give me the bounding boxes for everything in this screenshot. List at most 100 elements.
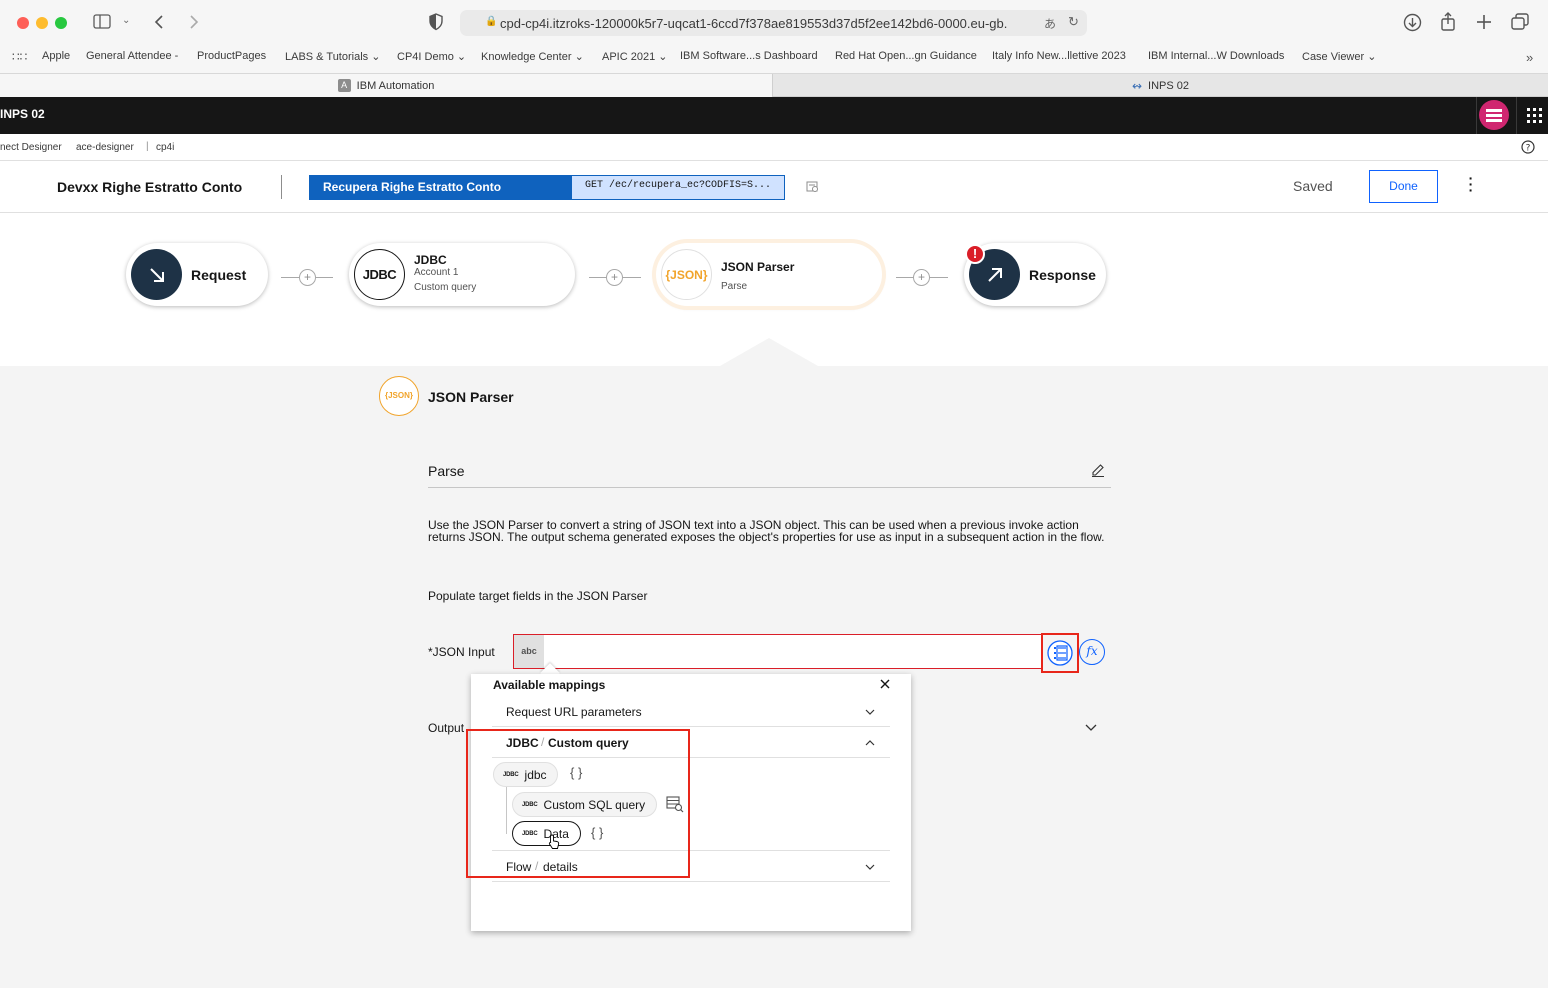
app-header: INPS 02 [0,97,1548,134]
avatar[interactable] [1479,100,1509,130]
chevron-down-icon: ⌄ [456,51,467,63]
json-icon: {JSON} [661,249,712,300]
ibm-a-icon: A [337,79,351,92]
tab-label: IBM Automation [356,79,435,92]
bookmark-item[interactable]: General Attendee - [86,50,178,62]
chevron-down-icon: ⌄ [1367,51,1377,63]
error-badge[interactable]: ! [965,244,985,264]
breadcrumb-separator: | [146,141,149,152]
url-text: cpd-cp4i.itzroks-120000k5r7-uqcat1-6ccd7… [500,16,1008,31]
node-action: Parse [721,281,748,292]
panel-pointer [720,338,818,366]
bookmark-folder[interactable]: Knowledge Center ⌄ [481,50,584,63]
new-tab-icon[interactable] [1476,14,1492,30]
mapping-list-icon[interactable] [1047,640,1073,666]
flow-canvas: Request + JDBC JDBC Account 1 Custom que… [0,213,1548,366]
app-title: INPS 02 [0,107,45,121]
bookmark-folder[interactable]: APIC 2021 ⌄ [602,50,667,63]
divider [428,487,1111,488]
forward-icon[interactable] [188,14,200,30]
bookmark-item[interactable]: IBM Software...s Dashboard [680,50,818,62]
description: Use the JSON Parser to convert a string … [428,518,1105,544]
edit-icon[interactable] [1091,463,1105,477]
integration-icon: ↭ [1131,78,1143,93]
bookmark-label: CP4I Demo [397,51,454,63]
bookmark-label: LABS & Tutorials [285,51,369,63]
node-response[interactable]: Response ! [964,243,1106,306]
shield-icon[interactable] [429,13,443,31]
close-window-button[interactable] [17,17,29,29]
bookmark-item[interactable]: ProductPages [197,50,266,62]
breadcrumb-item[interactable]: ace-designer [76,142,134,153]
add-node-icon[interactable]: + [606,269,623,286]
header-divider [1516,97,1517,134]
chevron-down-icon: ⌄ [658,51,668,63]
node-jdbc[interactable]: JDBC JDBC Account 1 Custom query [349,243,575,306]
chevron-down-icon [865,709,875,715]
bookmark-item[interactable]: Apple [42,50,70,62]
back-icon[interactable] [153,14,165,30]
highlight-box [466,729,690,878]
flow-header: Devxx Righe Estratto Conto Recupera Righ… [0,161,1548,213]
address-bar[interactable]: 🔒 cpd-cp4i.itzroks-120000k5r7-uqcat1-6cc… [460,10,1087,36]
bookmark-label: APIC 2021 [602,51,656,63]
chevron-down-icon[interactable] [1085,724,1097,732]
arrow-down-right-icon [131,249,182,300]
download-icon[interactable] [1403,13,1422,32]
operation-path: GET /ec/recupera_ec?CODFIS=S... [572,176,784,199]
node-title: JSON Parser [721,260,795,274]
operation-label: Recupera Righe Estratto Conto [310,176,572,199]
section-request-url-parameters[interactable]: Request URL parameters [492,696,890,727]
json-icon: {JSON} [379,376,419,416]
operation-details-icon[interactable] [806,180,819,193]
json-input-field[interactable]: abc [513,634,1043,669]
app-switcher-icon[interactable] [1527,108,1542,123]
jdbc-icon: JDBC [354,249,405,300]
grid-icon[interactable]: ∷∷ [12,50,27,64]
operation-selector[interactable]: Recupera Righe Estratto Conto GET /ec/re… [309,175,785,200]
bookmark-item[interactable]: IBM Internal...W Downloads [1148,50,1284,62]
panel-title: JSON Parser [428,389,514,405]
share-icon[interactable] [1440,12,1456,32]
more-bookmarks-icon[interactable]: » [1526,50,1533,65]
chevron-down-icon: ⌄ [574,51,584,63]
bookmark-folder[interactable]: Case Viewer ⌄ [1302,50,1376,63]
action-name: Parse [428,463,465,479]
node-request[interactable]: Request [126,243,268,306]
help-icon[interactable]: ? [1521,140,1535,154]
add-node-icon[interactable]: + [913,269,930,286]
tab-overview-icon[interactable] [1511,13,1530,31]
bookmark-item[interactable]: Red Hat Open...gn Guidance [835,50,977,62]
tab-bar: A IBM Automation ↭ INPS 02 [0,73,1548,97]
bookmarks-bar: ∷∷ Apple General Attendee - ProductPages… [0,46,1548,73]
minimize-window-button[interactable] [36,17,48,29]
json-input-label: *JSON Input [428,645,495,659]
zoom-window-button[interactable] [55,17,67,29]
header-divider [1476,97,1477,134]
breadcrumb: nect Designer ace-designer | cp4i ? [0,134,1548,161]
tab-inps-02[interactable]: ↭ INPS 02 [772,74,1548,97]
done-button[interactable]: Done [1369,170,1438,203]
bookmark-folder[interactable]: LABS & Tutorials ⌄ [285,50,380,63]
bookmark-folder[interactable]: CP4I Demo ⌄ [397,50,466,63]
sidebar-icon[interactable] [93,14,111,30]
popup-title: Available mappings [493,678,606,692]
bookmark-label: Knowledge Center [481,51,572,63]
chevron-down-icon [865,864,875,870]
reload-icon[interactable]: ↻ [1068,14,1079,30]
chevron-down-icon[interactable]: ⌄ [122,15,130,26]
node-json-parser[interactable]: {JSON} JSON Parser Parse [656,243,882,306]
flow-name: Devxx Righe Estratto Conto [57,179,243,195]
breadcrumb-item[interactable]: cp4i [156,142,174,153]
overflow-menu-icon[interactable]: · · · [1468,171,1474,197]
close-icon[interactable] [880,679,890,689]
function-icon[interactable]: fx [1079,639,1105,665]
node-title: JDBC [414,253,447,267]
translate-icon[interactable]: あ [1044,15,1056,32]
bookmark-item[interactable]: Italy Info New...llettive 2023 [992,50,1126,62]
type-indicator: abc [514,635,544,668]
output-label: Output [428,721,465,735]
breadcrumb-item[interactable]: nect Designer [0,142,62,153]
add-node-icon[interactable]: + [299,269,316,286]
tab-ibm-automation[interactable]: A IBM Automation [0,74,772,97]
